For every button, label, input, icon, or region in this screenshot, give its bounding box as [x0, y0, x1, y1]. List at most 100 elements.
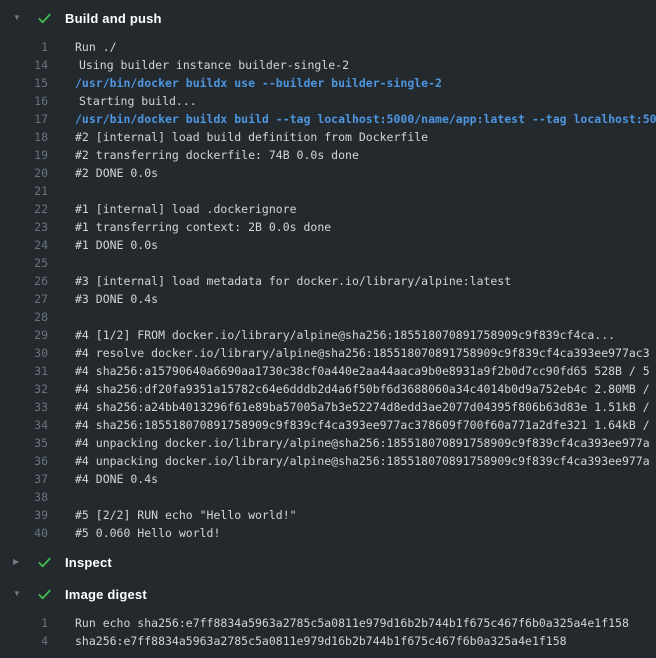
log-line: 33 #4 sha256:a24bb4013296f61e89ba57005a7…: [0, 398, 656, 416]
line-number[interactable]: 33: [0, 398, 48, 416]
line-number[interactable]: 30: [0, 344, 48, 362]
line-number[interactable]: 17: [0, 110, 48, 128]
line-number[interactable]: 35: [0, 434, 48, 452]
log-line: 27 #3 DONE 0.4s: [0, 290, 656, 308]
log-line: 23 #1 transferring context: 2B 0.0s done: [0, 218, 656, 236]
line-number[interactable]: 37: [0, 470, 48, 488]
line-number[interactable]: 25: [0, 254, 48, 272]
line-text: #2 DONE 0.0s: [75, 164, 656, 182]
line-number[interactable]: 28: [0, 308, 48, 326]
line-text-content: #2 transferring dockerfile: 74B 0.0s don…: [75, 148, 359, 162]
line-text-content: Using builder instance builder-single-2: [79, 58, 349, 72]
line-number[interactable]: 29: [0, 326, 48, 344]
line-number[interactable]: 27: [0, 290, 48, 308]
line-number[interactable]: 19: [0, 146, 48, 164]
line-text: [75, 254, 656, 272]
chevron-icon[interactable]: ▶: [13, 550, 25, 574]
log-line: 1 ▶Run ./: [0, 38, 656, 56]
line-text: #4 [1/2] FROM docker.io/library/alpine@s…: [75, 326, 656, 344]
line-number[interactable]: 31: [0, 362, 48, 380]
log-line: 1 ▶Run echo sha256:e7ff8834a5963a2785c5a…: [0, 614, 656, 632]
line-text: #4 sha256:a15790640a6690aa1730c38cf0a440…: [75, 362, 656, 380]
line-text-content: #1 transferring context: 2B 0.0s done: [75, 220, 331, 234]
line-text: #5 [2/2] RUN echo "Hello world!": [75, 506, 656, 524]
line-number[interactable]: 15: [0, 74, 48, 92]
log-section: ▶ Inspect: [0, 550, 656, 574]
line-number[interactable]: 23: [0, 218, 48, 236]
log-line: 20 #2 DONE 0.0s: [0, 164, 656, 182]
log-line: 18 #2 [internal] load build definition f…: [0, 128, 656, 146]
line-number[interactable]: 39: [0, 506, 48, 524]
line-number[interactable]: 22: [0, 200, 48, 218]
log-line: 26 #3 [internal] load metadata for docke…: [0, 272, 656, 290]
line-number[interactable]: 34: [0, 416, 48, 434]
chevron-icon[interactable]: ▼: [13, 6, 25, 30]
line-number[interactable]: 36: [0, 452, 48, 470]
line-text-content: #4 sha256:a15790640a6690aa1730c38cf0a440…: [75, 364, 650, 378]
line-number[interactable]: 32: [0, 380, 48, 398]
line-number[interactable]: 26: [0, 272, 48, 290]
line-text: #2 [internal] load build definition from…: [75, 128, 656, 146]
log-line: 36 #4 unpacking docker.io/library/alpine…: [0, 452, 656, 470]
success-check-icon: [37, 586, 53, 602]
line-text: #5 0.060 Hello world!: [75, 524, 656, 542]
line-number[interactable]: 4: [0, 632, 48, 650]
line-text: sha256:e7ff8834a5963a2785c5a0811e979d16b…: [75, 632, 656, 650]
log-line: 30 #4 resolve docker.io/library/alpine@s…: [0, 344, 656, 362]
line-number[interactable]: 18: [0, 128, 48, 146]
line-text: #4 unpacking docker.io/library/alpine@sh…: [75, 452, 656, 470]
log-line: 38: [0, 488, 656, 506]
line-text: #4 unpacking docker.io/library/alpine@sh…: [75, 434, 656, 452]
line-number[interactable]: 20: [0, 164, 48, 182]
line-text: [75, 488, 656, 506]
line-text-content: #1 [internal] load .dockerignore: [75, 202, 297, 216]
section-header[interactable]: ▼ Image digest: [0, 582, 656, 606]
line-text: Starting build...: [75, 92, 656, 110]
line-text: #4 resolve docker.io/library/alpine@sha2…: [75, 344, 656, 362]
log-line: 28: [0, 308, 656, 326]
line-text: #3 DONE 0.4s: [75, 290, 656, 308]
log-line: 14 Using builder instance builder-single…: [0, 56, 656, 74]
section-title: Image digest: [65, 587, 147, 602]
line-text-content: #5 0.060 Hello world!: [75, 526, 220, 540]
log-line: 25: [0, 254, 656, 272]
section-header[interactable]: ▶ Inspect: [0, 550, 656, 574]
line-number[interactable]: 16: [0, 92, 48, 110]
chevron-icon[interactable]: ▼: [13, 582, 25, 606]
line-text: #2 transferring dockerfile: 74B 0.0s don…: [75, 146, 656, 164]
log-line: 15 /usr/bin/docker buildx use --builder …: [0, 74, 656, 92]
line-text: [75, 182, 656, 200]
log-line: 16 Starting build...: [0, 92, 656, 110]
section-header[interactable]: ▼ Build and push: [0, 6, 656, 30]
line-text-content: #4 DONE 0.4s: [75, 472, 158, 486]
line-text-content: #4 sha256:a24bb4013296f61e89ba57005a7b3e…: [75, 400, 650, 414]
line-text-content: #4 [1/2] FROM docker.io/library/alpine@s…: [75, 328, 615, 342]
log-line: 24 #1 DONE 0.0s: [0, 236, 656, 254]
log-line: 37 #4 DONE 0.4s: [0, 470, 656, 488]
line-text-content: #1 DONE 0.0s: [75, 238, 158, 252]
line-number[interactable]: 24: [0, 236, 48, 254]
line-text-content: #4 unpacking docker.io/library/alpine@sh…: [75, 454, 650, 468]
success-check-icon: [37, 554, 53, 570]
line-number[interactable]: 14: [0, 56, 48, 74]
line-text: #1 [internal] load .dockerignore: [75, 200, 656, 218]
log-line: 17 /usr/bin/docker buildx build --tag lo…: [0, 110, 656, 128]
line-text: #4 sha256:185518070891758909c9f839cf4ca3…: [75, 416, 656, 434]
line-text: #3 [internal] load metadata for docker.i…: [75, 272, 656, 290]
log-section: ▼ Image digest 1 ▶Run echo sha256:e7ff88…: [0, 582, 656, 658]
line-text: ▶Run ./: [75, 38, 656, 56]
section-body: 1 ▶Run ./ 14 Using builder instance buil…: [0, 30, 656, 550]
line-number[interactable]: 1: [0, 614, 48, 632]
line-number[interactable]: 1: [0, 38, 48, 56]
line-text: #4 sha256:a24bb4013296f61e89ba57005a7b3e…: [75, 398, 656, 416]
line-number[interactable]: 38: [0, 488, 48, 506]
line-number[interactable]: 40: [0, 524, 48, 542]
line-text: Using builder instance builder-single-2: [75, 56, 656, 74]
log-line: 32 #4 sha256:df20fa9351a15782c64e6dddb2d…: [0, 380, 656, 398]
line-text: [75, 308, 656, 326]
line-number[interactable]: 21: [0, 182, 48, 200]
log-line: 31 #4 sha256:a15790640a6690aa1730c38cf0a…: [0, 362, 656, 380]
line-text: #4 sha256:df20fa9351a15782c64e6dddb2d4a6…: [75, 380, 656, 398]
workflow-log: ▼ Build and push 1 ▶Run ./ 14 Using buil…: [0, 0, 656, 658]
line-text: /usr/bin/docker buildx use --builder bui…: [75, 74, 656, 92]
